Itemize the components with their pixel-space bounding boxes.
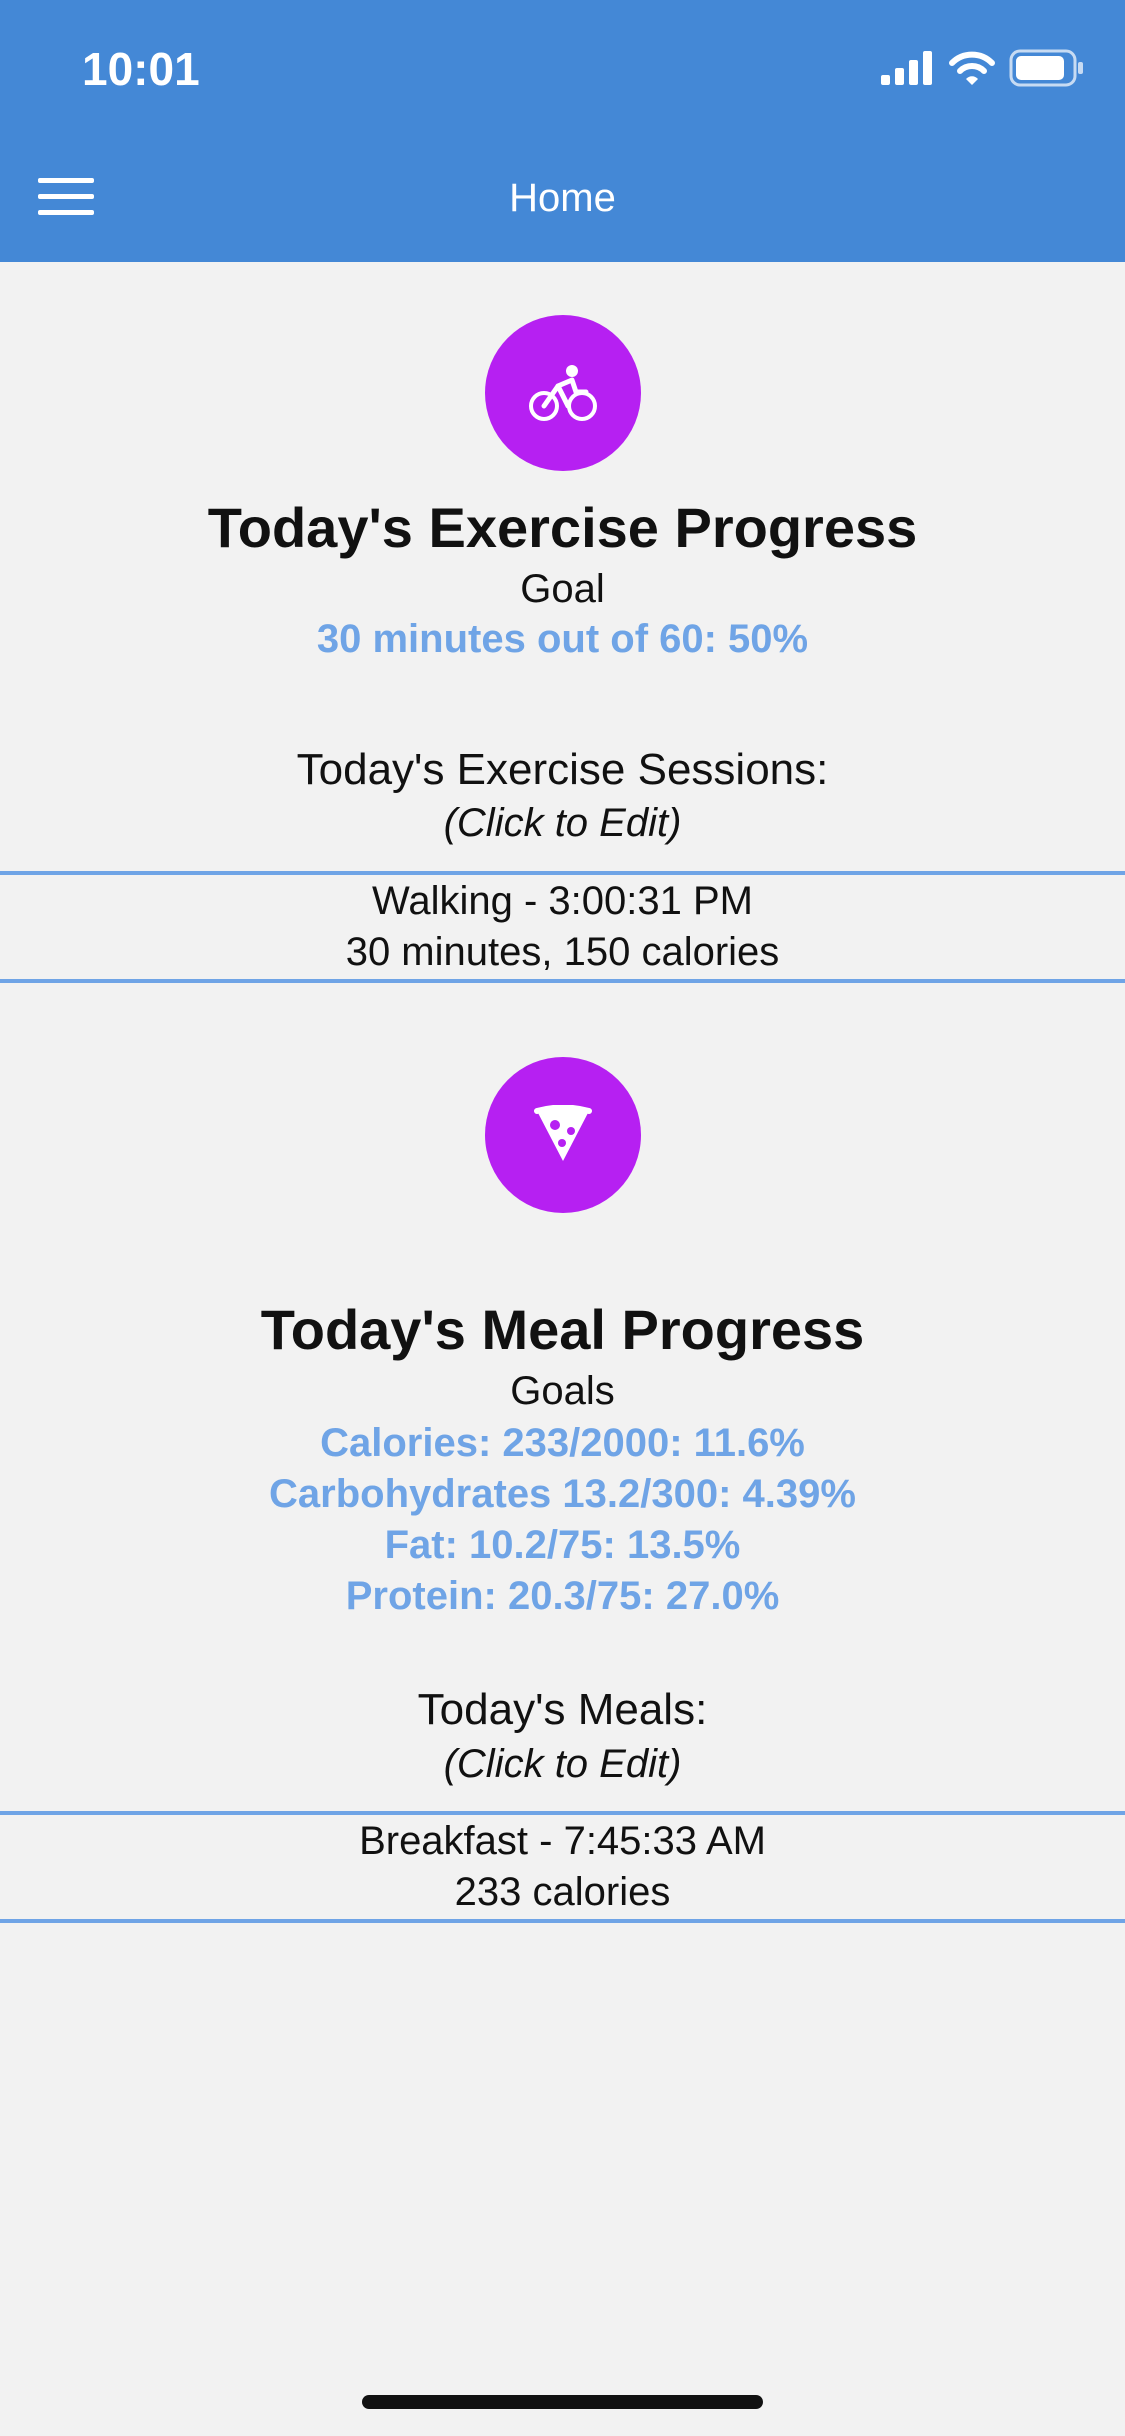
signal-icon	[881, 51, 932, 85]
exercise-progress-title: Today's Exercise Progress	[207, 496, 918, 559]
home-indicator[interactable]	[362, 2395, 763, 2409]
meal-fat-stat: Fat: 10.2/75: 13.5%	[384, 1523, 741, 1567]
pizza-icon	[485, 1057, 641, 1213]
meal-protein-stat: Protein: 20.3/75: 27.0%	[345, 1574, 780, 1618]
divider	[0, 979, 1125, 983]
bicycle-icon	[485, 315, 641, 471]
exercise-goal-label: Goal	[520, 567, 605, 611]
exercise-progress-value: 30 minutes out of 60: 50%	[316, 617, 809, 661]
divider	[0, 1919, 1125, 1923]
exercise-edit-hint: (Click to Edit)	[443, 801, 682, 845]
page-title: Home	[509, 176, 616, 220]
battery-icon	[1009, 49, 1083, 87]
meal-item-detail: 233 calories	[454, 1870, 671, 1914]
meal-item[interactable]: Breakfast - 7:45:33 AM 233 calories	[0, 1816, 1125, 1918]
meal-edit-hint: (Click to Edit)	[443, 1742, 682, 1786]
status-time: 10:01	[82, 43, 200, 95]
status-icons	[881, 48, 1085, 88]
wifi-icon	[949, 51, 995, 85]
exercise-session-title: Walking - 3:00:31 PM	[372, 879, 753, 923]
meal-carbohydrates-stat: Carbohydrates 13.2/300: 4.39%	[269, 1472, 856, 1516]
meals-title: Today's Meals:	[417, 1685, 708, 1734]
exercise-session-item[interactable]: Walking - 3:00:31 PM 30 minutes, 150 cal…	[0, 876, 1125, 978]
meal-progress-title: Today's Meal Progress	[260, 1298, 865, 1361]
exercise-session-detail: 30 minutes, 150 calories	[345, 930, 780, 974]
meal-calories-stat: Calories: 233/2000: 11.6%	[320, 1421, 805, 1465]
app-header: 10:01 Home	[0, 0, 1125, 262]
divider	[0, 1811, 1125, 1815]
divider	[0, 871, 1125, 875]
meal-goals-label: Goals	[510, 1369, 615, 1413]
exercise-sessions-title: Today's Exercise Sessions:	[296, 745, 829, 794]
meal-item-title: Breakfast - 7:45:33 AM	[359, 1819, 766, 1863]
